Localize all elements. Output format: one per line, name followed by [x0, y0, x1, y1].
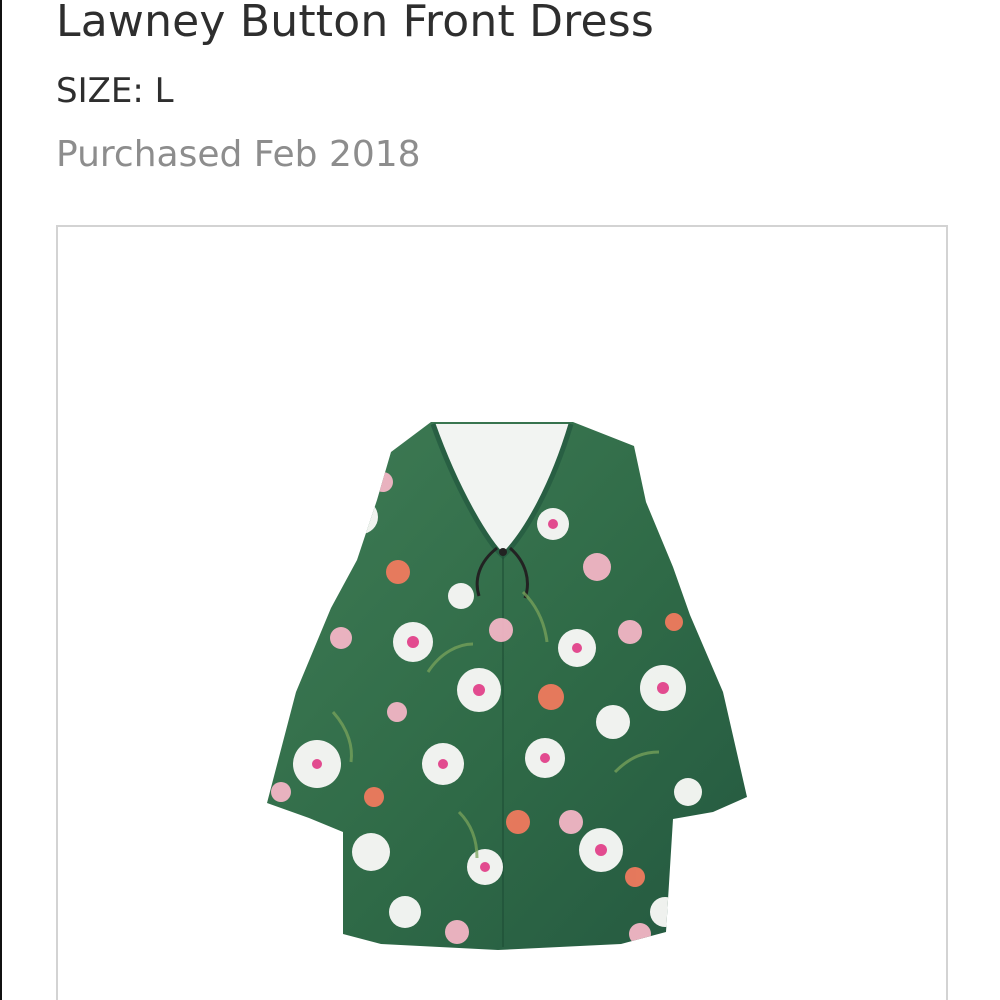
product-image-card[interactable]: [56, 225, 948, 1000]
product-title: Lawney Button Front Dress: [56, 0, 655, 47]
product-detail-page: Lawney Button Front Dress SIZE: L Purcha…: [0, 0, 1000, 1000]
product-size: SIZE: L: [56, 71, 174, 111]
floral-dress-image: [267, 422, 747, 950]
purchase-date: Purchased Feb 2018: [56, 134, 421, 175]
